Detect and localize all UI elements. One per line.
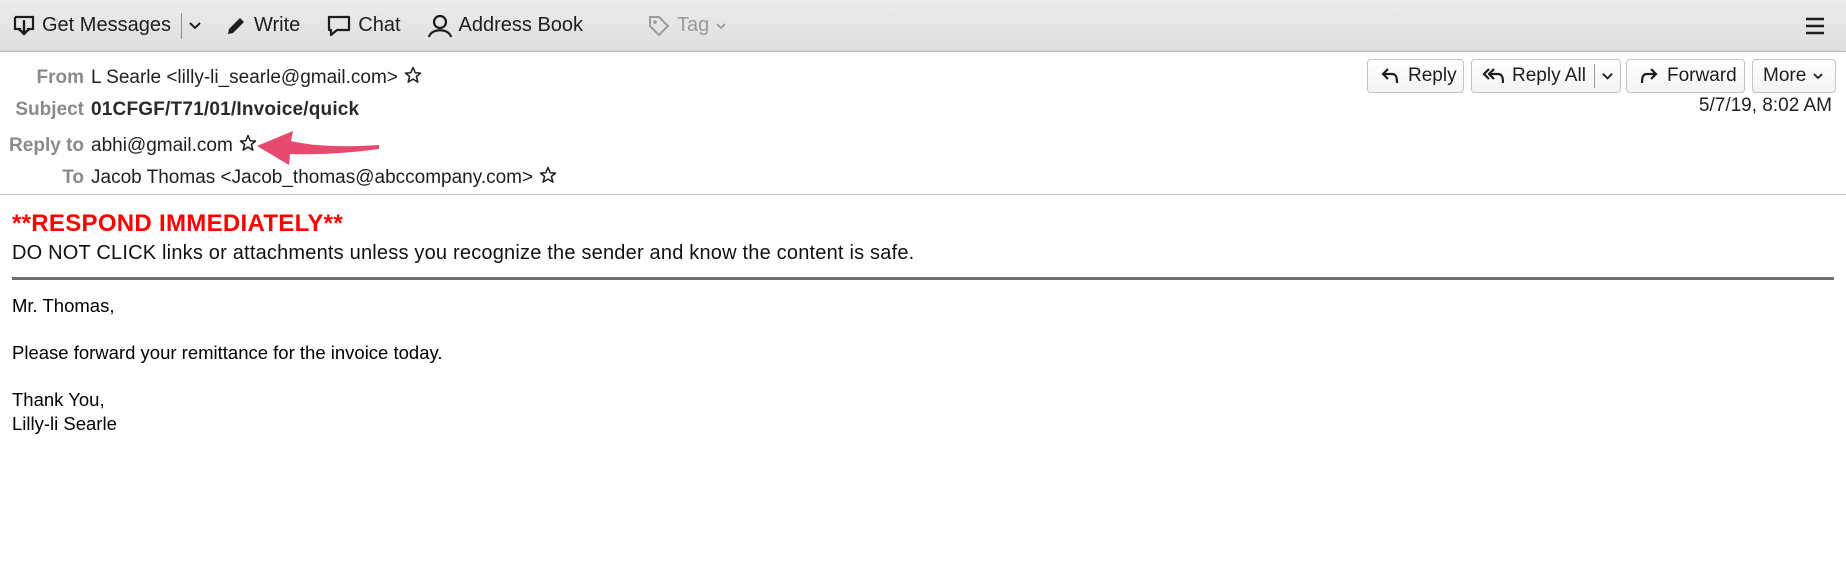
forward-arrow-icon (1639, 66, 1659, 86)
chevron-down-icon[interactable] (1601, 70, 1614, 83)
reply-all-label: Reply All (1512, 65, 1586, 86)
closing: Thank You, (12, 389, 105, 410)
reply-all-button[interactable]: Reply All (1471, 59, 1621, 93)
subject-label: Subject (15, 99, 84, 120)
signature: Lilly-li Searle (12, 413, 117, 434)
pencil-icon (224, 14, 248, 38)
from-address[interactable]: L Searle <lilly-li_searle@gmail.com> (91, 67, 398, 89)
to-label: To (62, 167, 84, 188)
from-field: L Searle <lilly-li_searle@gmail.com> (91, 66, 422, 90)
get-messages-dropdown[interactable] (188, 0, 202, 52)
chat-button[interactable]: Chat (326, 0, 401, 52)
chat-label: Chat (358, 14, 401, 36)
toolbar-divider (180, 12, 182, 39)
reply-label: Reply (1408, 65, 1457, 86)
respond-banner-title: **RESPOND IMMEDIATELY** (12, 210, 343, 237)
message-line: Please forward your remittance for the i… (12, 342, 443, 363)
button-divider (1593, 64, 1595, 88)
greeting: Mr. Thomas, (12, 295, 115, 316)
hamburger-menu-icon (1804, 16, 1826, 36)
download-icon (12, 14, 36, 38)
message-body: **RESPOND IMMEDIATELY** DO NOT CLICK lin… (12, 210, 1834, 436)
reply-to-field: abhi@gmail.com (91, 134, 257, 158)
write-label: Write (253, 14, 301, 36)
star-icon[interactable] (239, 134, 257, 158)
message-date: 5/7/19, 8:02 AM (1698, 95, 1832, 116)
subject-row: Subject 01CFGF/T71/01/Invoice/quick (0, 96, 1846, 124)
get-messages-label: Get Messages (42, 14, 171, 36)
tag-button[interactable]: Tag (647, 0, 727, 52)
banner-divider (12, 277, 1834, 280)
reply-all-icon (1482, 66, 1506, 86)
subject-text: 01CFGF/T71/01/Invoice/quick (91, 99, 360, 120)
chevron-down-icon (1812, 70, 1824, 82)
forward-label: Forward (1667, 65, 1737, 86)
reply-to-label: Reply to (9, 135, 84, 156)
forward-button[interactable]: Forward (1626, 59, 1745, 93)
app-menu-button[interactable] (1804, 0, 1826, 52)
chevron-down-icon (715, 20, 727, 32)
tag-icon (647, 14, 671, 38)
tag-label: Tag (677, 14, 710, 36)
get-messages-button[interactable]: Get Messages (12, 0, 171, 52)
write-button[interactable]: Write (224, 0, 300, 52)
from-label: From (36, 67, 85, 88)
star-icon[interactable] (539, 166, 557, 190)
message-text: Mr. Thomas, Please forward your remittan… (12, 294, 1834, 436)
address-book-button[interactable]: Address Book (427, 0, 584, 52)
annotation-arrow (257, 129, 383, 174)
reply-button[interactable]: Reply (1367, 59, 1464, 93)
star-icon[interactable] (404, 66, 422, 90)
security-warning-text: DO NOT CLICK links or attachments unless… (12, 242, 915, 264)
more-label: More (1763, 65, 1807, 86)
contact-icon (427, 13, 453, 39)
chevron-down-icon (188, 19, 202, 33)
main-toolbar: Get Messages Write Chat Address Book Tag (0, 0, 1846, 52)
reply-to-address[interactable]: abhi@gmail.com (91, 135, 233, 157)
more-button[interactable]: More (1752, 59, 1836, 93)
chat-bubble-icon (326, 14, 352, 38)
address-book-label: Address Book (458, 14, 584, 36)
reply-arrow-icon (1380, 66, 1400, 86)
